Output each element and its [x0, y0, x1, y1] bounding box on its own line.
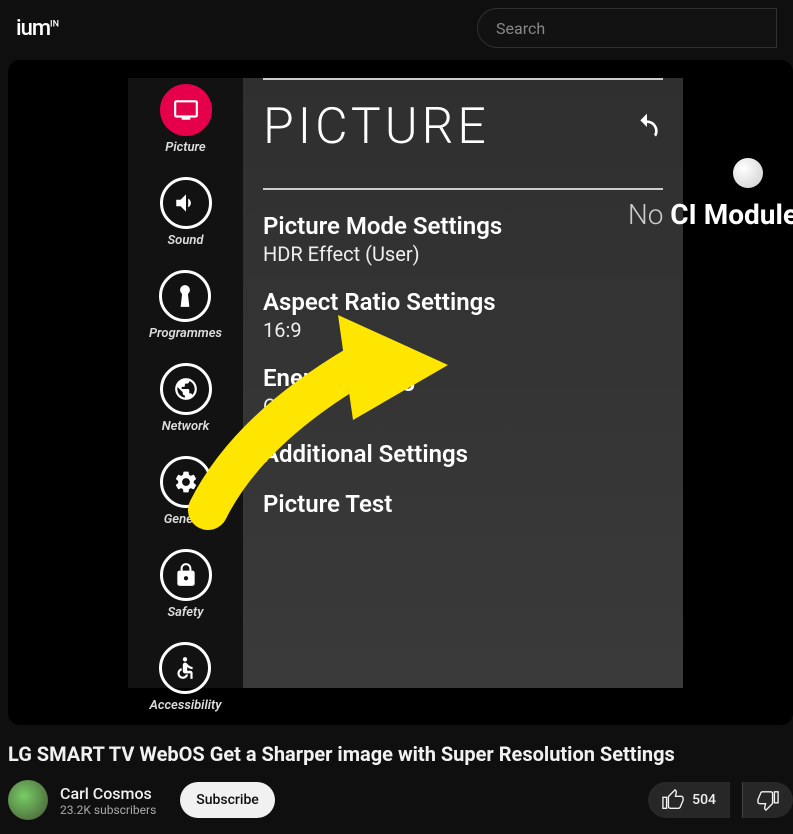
tv-panel-title-row: PICTURE: [263, 98, 663, 156]
tv-sidebar-label: General: [164, 512, 208, 527]
divider: [263, 78, 663, 80]
channel-name: Carl Cosmos: [60, 784, 156, 803]
like-button[interactable]: 504: [648, 782, 730, 818]
subscriber-count: 23.2K subscribers: [60, 803, 156, 817]
sound-icon: [160, 177, 212, 229]
logo-text: ium: [16, 16, 50, 41]
programmes-icon: [159, 270, 211, 322]
search-placeholder: Search: [496, 19, 545, 38]
thumbs-down-icon: [757, 789, 779, 811]
setting-label: Picture Mode Settings: [263, 212, 663, 240]
setting-label: Aspect Ratio Settings: [263, 288, 663, 316]
tv-sidebar-label: Network: [162, 419, 210, 434]
tv-settings-osd: Picture Sound Programmes Network: [128, 78, 683, 688]
setting-value: HDR Effect (User): [263, 242, 663, 266]
general-icon: [160, 456, 212, 508]
tv-sidebar-accessibility[interactable]: Accessibility: [149, 642, 221, 713]
accessibility-icon: [159, 642, 211, 694]
tv-setting-additional[interactable]: Additional Settings: [263, 440, 663, 468]
video-title[interactable]: LG SMART TV WebOS Get a Sharper image wi…: [8, 740, 793, 768]
video-meta-row: Carl Cosmos 23.2K subscribers Subscribe …: [8, 780, 793, 820]
tv-sidebar-network[interactable]: Network: [160, 363, 212, 434]
video-player[interactable]: Picture Sound Programmes Network: [8, 60, 793, 725]
subscribe-button[interactable]: Subscribe: [180, 782, 275, 818]
safety-icon: [160, 549, 212, 601]
setting-label: Picture Test: [263, 490, 663, 518]
back-icon[interactable]: [631, 98, 663, 156]
channel-avatar[interactable]: [8, 780, 48, 820]
thumbs-up-icon: [662, 789, 684, 811]
tv-sidebar-picture[interactable]: Picture: [160, 84, 212, 155]
tv-osd-panel: PICTURE Picture Mode Settings HDR Effect…: [243, 78, 683, 688]
tv-panel-title: PICTURE: [263, 98, 490, 156]
picture-icon: [160, 84, 212, 136]
setting-label: Additional Settings: [263, 440, 663, 468]
tv-cursor-dot: [733, 158, 763, 188]
tv-sidebar-label: Programmes: [149, 326, 222, 341]
tv-sidebar-programmes[interactable]: Programmes: [149, 270, 222, 341]
tv-setting-energy-saving[interactable]: Energy Saving Off: [263, 364, 663, 418]
tv-setting-aspect-ratio[interactable]: Aspect Ratio Settings 16:9: [263, 288, 663, 342]
tv-setting-picture-test[interactable]: Picture Test: [263, 490, 663, 518]
channel-block[interactable]: Carl Cosmos 23.2K subscribers: [60, 784, 156, 817]
tv-setting-picture-mode[interactable]: Picture Mode Settings HDR Effect (User): [263, 212, 663, 266]
tv-sidebar-sound[interactable]: Sound: [160, 177, 212, 248]
tv-sidebar-label: Safety: [167, 605, 203, 620]
like-count: 504: [692, 792, 716, 808]
tv-ci-module-text: No CI Module: [628, 198, 793, 231]
tv-sidebar-safety[interactable]: Safety: [160, 549, 212, 620]
setting-value: 16:9: [263, 318, 663, 342]
video-metadata: LG SMART TV WebOS Get a Sharper image wi…: [8, 740, 793, 820]
setting-value: Off: [263, 394, 663, 418]
dislike-button[interactable]: [742, 782, 793, 818]
search-input[interactable]: Search: [477, 8, 777, 48]
tv-sidebar-label: Accessibility: [149, 698, 221, 713]
tv-sidebar-general[interactable]: General: [160, 456, 212, 527]
divider: [263, 188, 663, 190]
logo-fragment[interactable]: iumIN: [16, 16, 59, 41]
tv-sidebar-label: Picture: [165, 140, 205, 155]
logo-region: IN: [50, 19, 59, 29]
tv-sidebar-label: Sound: [167, 233, 203, 248]
page-header: iumIN Search: [0, 0, 793, 56]
tv-osd-sidebar: Picture Sound Programmes Network: [128, 78, 243, 688]
network-icon: [160, 363, 212, 415]
setting-label: Energy Saving: [263, 364, 663, 392]
